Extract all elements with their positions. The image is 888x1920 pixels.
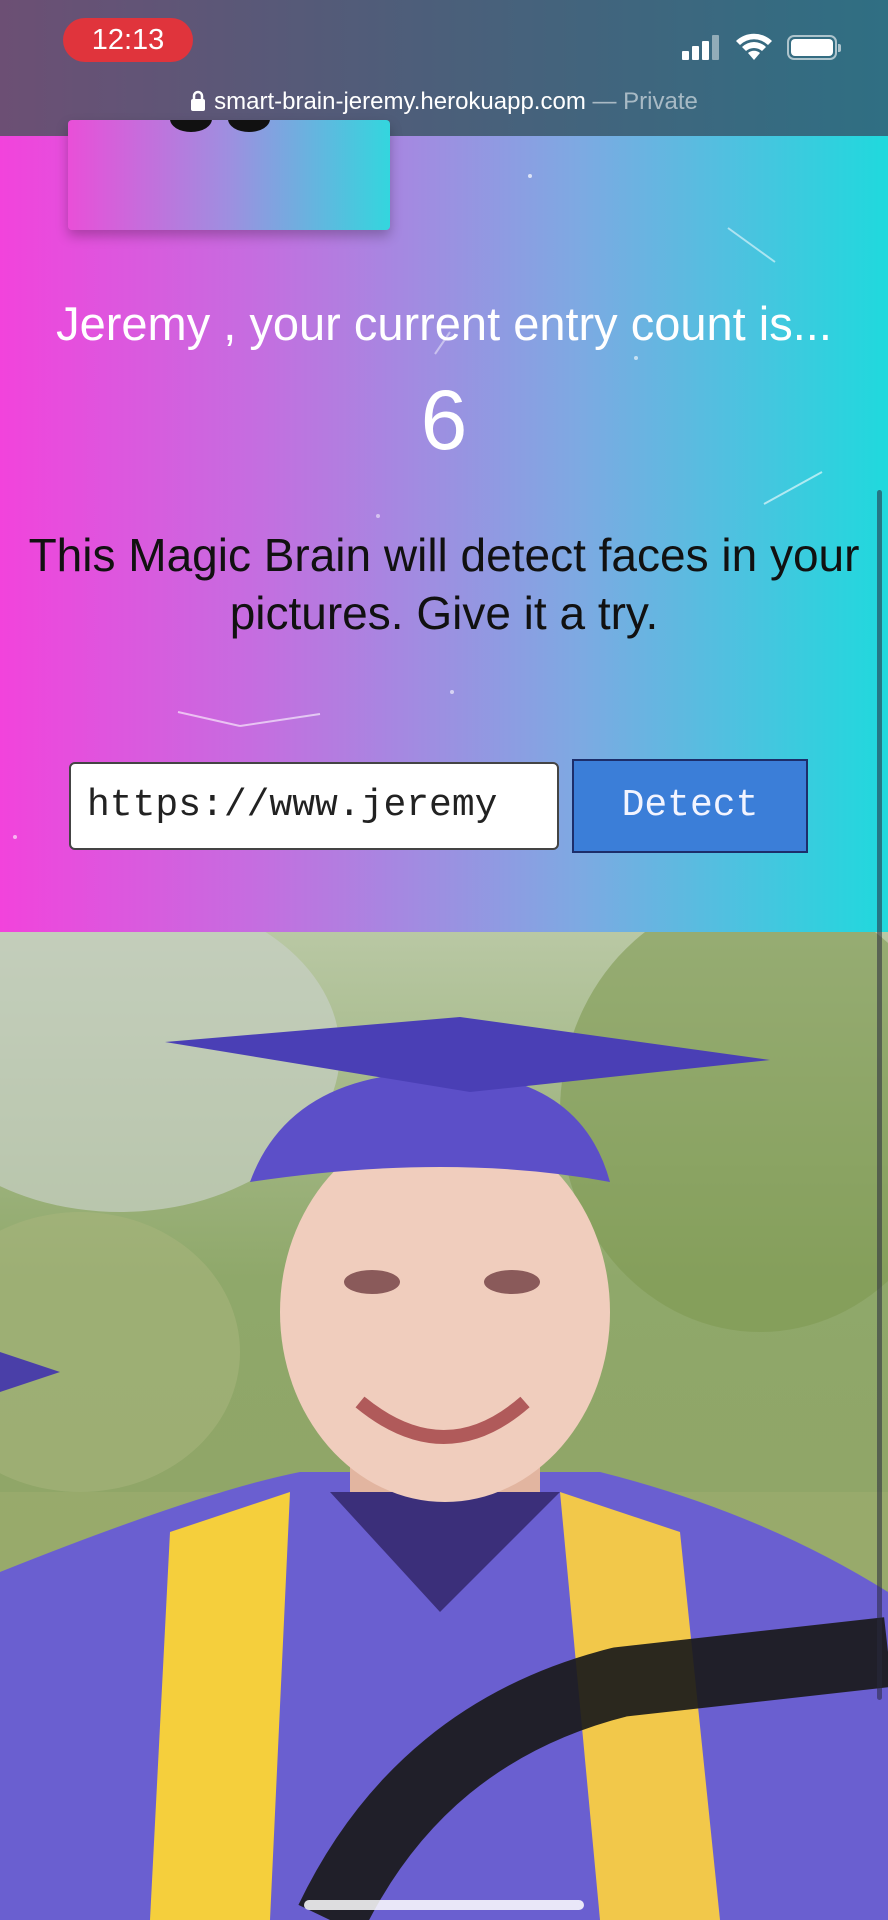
home-indicator[interactable]	[304, 1900, 584, 1910]
status-time[interactable]: 12:13	[63, 18, 193, 62]
intro-text: This Magic Brain will detect faces in yo…	[28, 529, 860, 639]
image-url-input[interactable]: https://www.jeremy	[69, 762, 559, 850]
browser-top-bar: 12:13 smart-brain-jeremy.herokuapp.com —…	[0, 0, 888, 136]
detect-button[interactable]: Detect	[572, 759, 808, 853]
private-label: — Private	[592, 88, 698, 115]
signal-icon	[682, 34, 720, 60]
result-photo	[0, 932, 888, 1920]
battery-icon	[787, 35, 841, 60]
url-domain: smart-brain-jeremy.herokuapp.com	[214, 88, 586, 115]
page-scrollbar[interactable]	[877, 490, 882, 1700]
logo-card[interactable]	[68, 120, 390, 230]
entry-count-message: Jeremy , your current entry count is...	[56, 297, 832, 350]
wifi-icon	[736, 33, 772, 60]
entry-count-value: 6	[420, 373, 468, 467]
lock-icon	[191, 90, 206, 111]
address-bar[interactable]: smart-brain-jeremy.herokuapp.com — Priva…	[0, 84, 888, 120]
